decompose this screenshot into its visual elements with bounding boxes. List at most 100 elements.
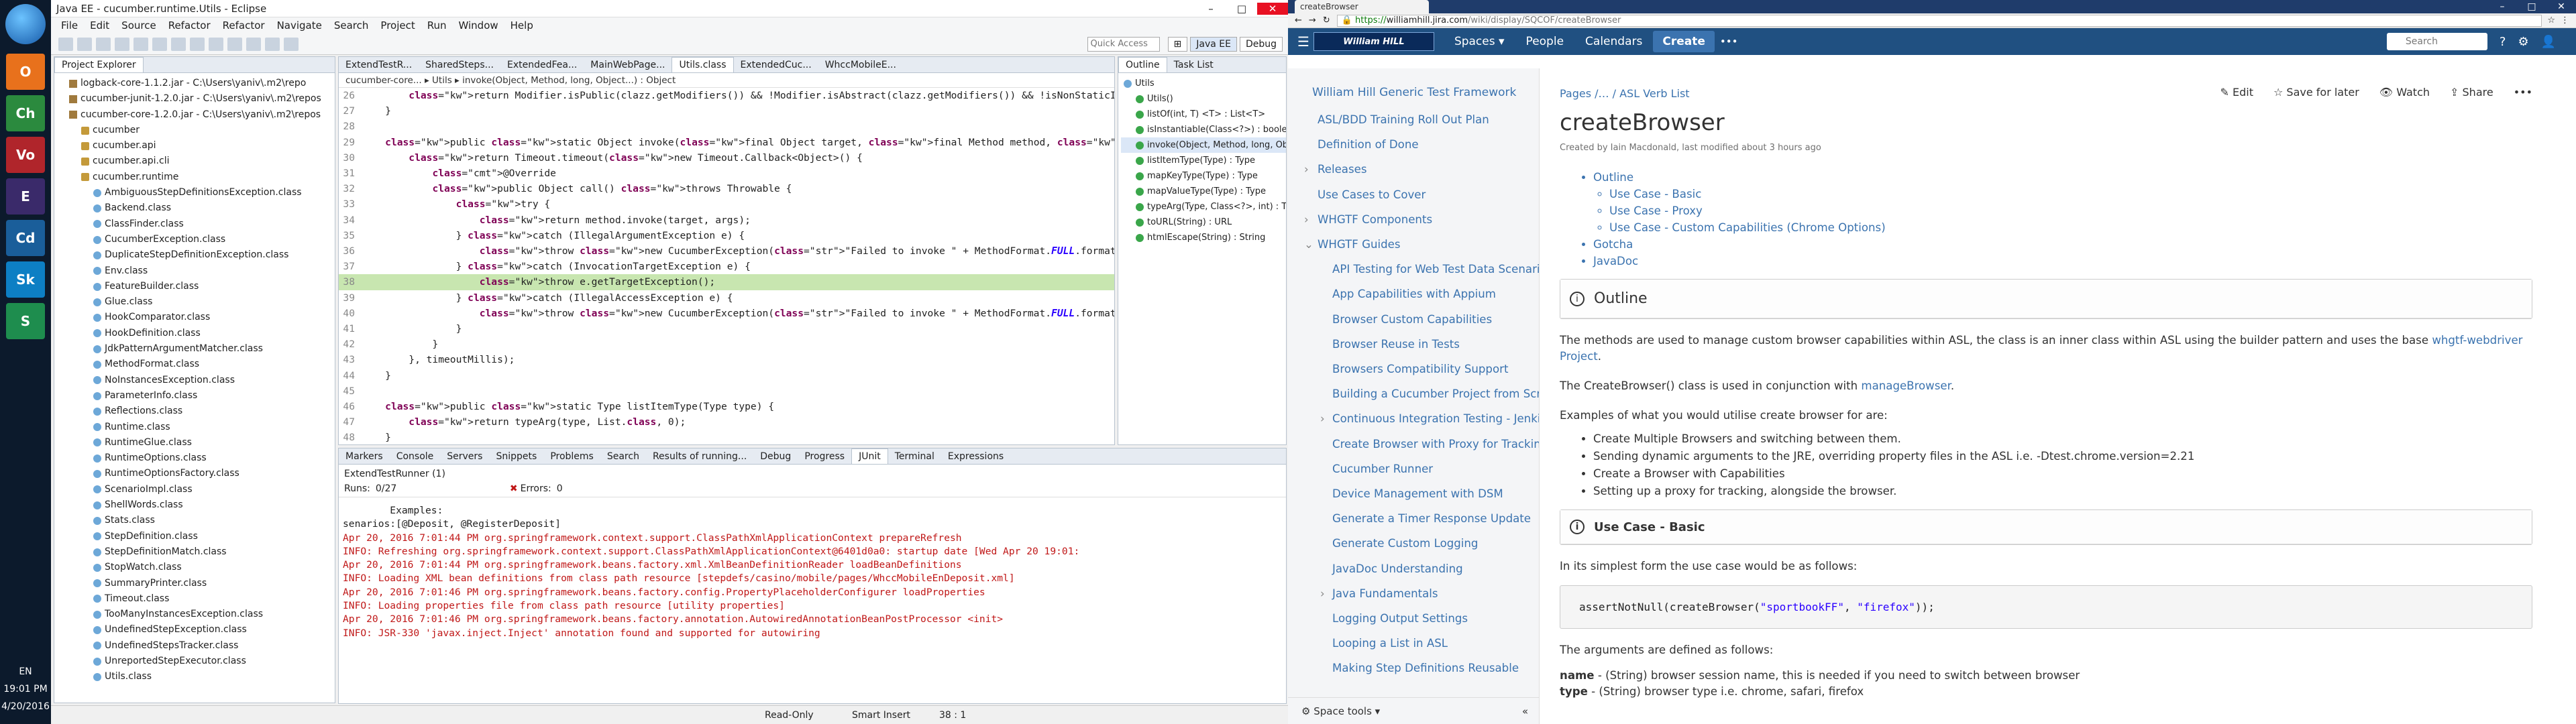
bottom-tab[interactable]: Snippets [489, 449, 543, 464]
new-icon[interactable] [58, 37, 73, 51]
editor-tab[interactable]: MainWebPage... [584, 58, 672, 72]
tree-item[interactable]: UnreportedStepExecutor.class [57, 654, 335, 669]
menu-refactor[interactable]: Refactor [162, 19, 217, 32]
toc-use-case-basic[interactable]: Use Case - Basic [1609, 188, 1701, 200]
chrome-close-icon[interactable]: ✕ [2546, 0, 2576, 13]
tree-item[interactable]: UndefinedStepsTracker.class [57, 638, 335, 654]
sidebar-page-link[interactable]: Device Management with DSM [1288, 481, 1539, 506]
editor-tab[interactable]: ExtendedCuc... [734, 58, 818, 72]
bottom-tab[interactable]: JUnit [851, 448, 888, 464]
expand-caret-icon[interactable]: › [1304, 157, 1309, 182]
tree-item[interactable]: Env.class [57, 263, 335, 279]
address-bar[interactable]: 🔒 https://williamhill.jira.com/wiki/disp… [1336, 14, 2542, 27]
chrome-menu-icon[interactable]: ⋮ [2561, 15, 2569, 25]
sidebar-page-link[interactable]: JavaDoc Understanding [1288, 556, 1539, 581]
toc-use-case-proxy[interactable]: Use Case - Proxy [1609, 204, 1703, 217]
tree-item[interactable]: HookComparator.class [57, 310, 335, 325]
bottom-tab[interactable]: Results of running... [646, 449, 753, 464]
bottom-tab[interactable]: Problems [543, 449, 600, 464]
tree-item[interactable]: cucumber-core-1.2.0.jar - C:\Users\yaniv… [57, 107, 335, 123]
sidebar-page-link[interactable]: Browsers Compatibility Support [1288, 357, 1539, 381]
editor-tab[interactable]: ExtendTestR... [339, 58, 419, 72]
tree-item[interactable]: HookDefinition.class [57, 326, 335, 341]
outline-item[interactable]: typeArg(Type, Class<?>, int) : Type [1121, 199, 1286, 215]
outline-item[interactable]: listOf(int, T) <T> : List<T> [1121, 107, 1286, 122]
tab-task-list[interactable]: Task List [1167, 58, 1220, 72]
notifications-icon[interactable]: ⚙ [2518, 35, 2528, 49]
outline-item[interactable]: invoke(Object, Method, long, Object...) … [1121, 137, 1286, 153]
taskbar-app-chrome[interactable]: Ch [6, 95, 45, 131]
sidebar-page-link[interactable]: ⌄ WHGTF Guides [1288, 232, 1539, 257]
debug-icon[interactable] [115, 37, 129, 51]
tree-item[interactable]: DuplicateStepDefinitionException.class [57, 247, 335, 263]
share-button[interactable]: ⇪ Share [2450, 86, 2493, 99]
tree-item[interactable]: logback-core-1.1.2.jar - C:\Users\yaniv\… [57, 76, 335, 91]
toc-javadoc[interactable]: JavaDoc [1593, 255, 1638, 267]
open-type-icon[interactable] [190, 37, 205, 51]
expand-caret-icon[interactable]: ⌄ [1304, 232, 1313, 257]
save-icon[interactable] [77, 37, 92, 51]
bottom-tab[interactable]: Console [390, 449, 441, 464]
bottom-tab[interactable]: Search [600, 449, 646, 464]
open-perspective-icon[interactable]: ⊞ [1167, 36, 1188, 52]
tree-item[interactable]: Timeout.class [57, 591, 335, 607]
tree-item[interactable]: Reflections.class [57, 404, 335, 419]
william-hill-logo[interactable]: William HILL [1313, 32, 1434, 51]
forward-icon[interactable] [284, 37, 299, 51]
tree-item[interactable]: NoInstancesException.class [57, 373, 335, 388]
tree-item[interactable]: cucumber.api.cli [57, 154, 335, 169]
sidebar-page-link[interactable]: Browser Custom Capabilities [1288, 307, 1539, 332]
code-editor[interactable]: 26 class="kw">return Modifier.isPublic(c… [339, 88, 1114, 477]
space-title[interactable]: William Hill Generic Test Framework [1288, 68, 1539, 107]
sidebar-page-link[interactable]: Making Step Definitions Reusable [1288, 656, 1539, 680]
tree-item[interactable]: CucumberException.class [57, 232, 335, 247]
sidebar-page-link[interactable]: Logging Output Settings [1288, 606, 1539, 631]
back-icon[interactable]: ← [1295, 15, 1302, 25]
sidebar-page-link[interactable]: API Testing for Web Test Data Scenarios [1288, 257, 1539, 282]
sidebar-page-link[interactable]: › Java Fundamentals [1288, 581, 1539, 606]
tree-item[interactable]: cucumber.runtime [57, 170, 335, 185]
quick-access-input[interactable] [1087, 36, 1160, 52]
language-indicator[interactable]: EN [0, 666, 51, 677]
editor-tab[interactable]: SharedSteps... [419, 58, 500, 72]
taskbar-app-eclipse[interactable]: E [6, 178, 45, 215]
run-icon[interactable] [133, 37, 148, 51]
link-manage-browser[interactable]: manageBrowser [1861, 379, 1950, 392]
chrome-maximize-icon[interactable]: □ [2517, 0, 2546, 13]
sidebar-page-link[interactable]: Generate Custom Logging [1288, 531, 1539, 556]
tree-item[interactable]: Glue.class [57, 294, 335, 310]
tree-item[interactable]: StepDefinitionMatch.class [57, 544, 335, 560]
sidebar-page-link[interactable]: Use Cases to Cover [1288, 182, 1539, 207]
external-tools-icon[interactable] [152, 37, 167, 51]
menu-source[interactable]: Source [115, 19, 162, 32]
minimize-icon[interactable]: – [1195, 3, 1226, 15]
close-icon[interactable]: ✕ [1257, 2, 1288, 15]
tree-item[interactable]: cucumber-junit-1.2.0.jar - C:\Users\yani… [57, 91, 335, 107]
tree-item[interactable]: ScenarioImpl.class [57, 482, 335, 497]
taskbar-app-skype[interactable]: Sk [6, 261, 45, 298]
menu-file[interactable]: File [55, 19, 84, 32]
user-avatar-icon[interactable]: 👤 [2541, 35, 2556, 49]
sidebar-page-link[interactable]: › Continuous Integration Testing - Jenkin… [1288, 406, 1539, 431]
menu-run[interactable]: Run [421, 19, 453, 32]
menu-edit[interactable]: Edit [84, 19, 115, 32]
tree-item[interactable]: cucumber [57, 123, 335, 138]
bottom-tab[interactable]: Servers [440, 449, 489, 464]
menu-refactor-2[interactable]: Refactor [217, 19, 271, 32]
nav-people[interactable]: People [1515, 35, 1574, 48]
next-annotation-icon[interactable] [227, 37, 242, 51]
outline-item[interactable]: isInstantiable(Class<?>) : boolean [1121, 122, 1286, 137]
taskbar-app-s[interactable]: S [6, 303, 45, 339]
perspective-debug[interactable]: Debug [1239, 36, 1283, 52]
chrome-minimize-icon[interactable]: – [2487, 0, 2517, 13]
tree-item[interactable]: cucumber.api [57, 138, 335, 154]
watch-button[interactable]: 👁 Watch [2379, 86, 2430, 99]
tree-item[interactable]: JdkPatternArgumentMatcher.class [57, 341, 335, 357]
create-button[interactable]: Create [1653, 31, 1715, 52]
tree-item[interactable]: SummaryPrinter.class [57, 576, 335, 591]
taskbar-app-cmd[interactable]: Cd [6, 220, 45, 256]
sidebar-page-link[interactable]: › Releases [1288, 157, 1539, 182]
sidebar-page-link[interactable]: Browser Reuse in Tests [1288, 332, 1539, 357]
star-icon[interactable]: ☆ [2547, 15, 2555, 25]
tree-item[interactable]: Runtime.class [57, 420, 335, 435]
